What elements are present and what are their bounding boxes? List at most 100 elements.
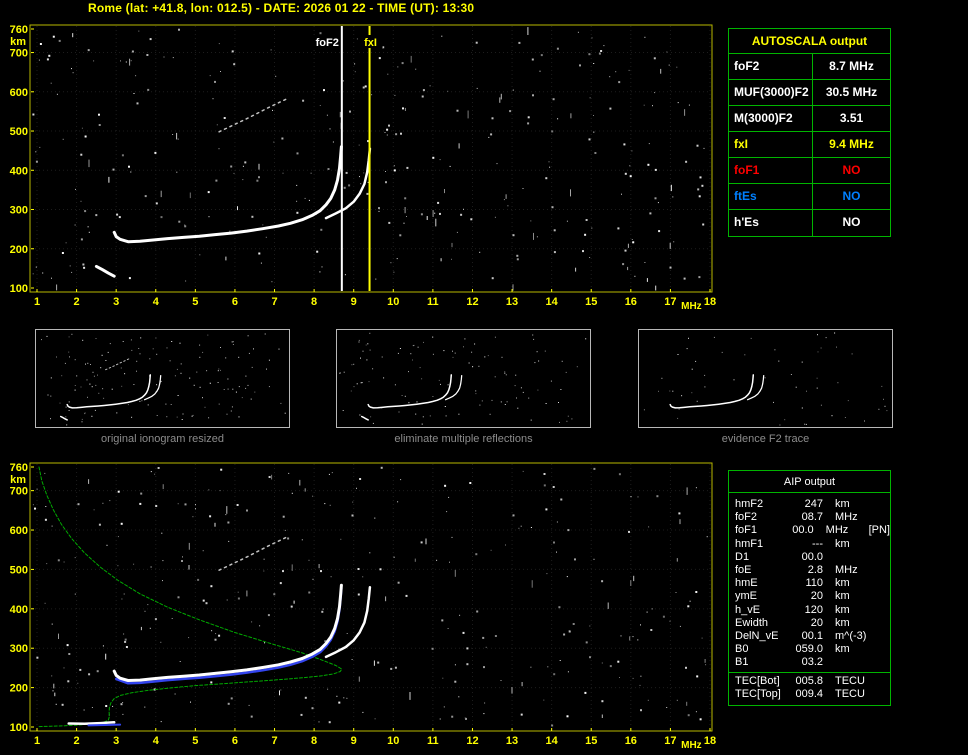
svg-text:5: 5 bbox=[192, 296, 198, 308]
ionogram-chart: foF2 fxI 1 2 3 4 5 6 7 8 9 10 11 12 13 14 15 16 17 18 MHz 100… bbox=[0, 20, 724, 330]
autoscala-row-muf3000f2: MUF(3000)F2 30.5 MHz bbox=[729, 80, 890, 106]
aip-row-note: [PN] bbox=[868, 524, 890, 537]
thumbnail-caption: eliminate multiple reflections bbox=[394, 433, 533, 445]
aip-output-rows: hmF2 247 km foF2 08.7 MHz foF1 00.0 MHz [PN] hmF1-… bbox=[729, 498, 890, 702]
svg-text:600: 600 bbox=[10, 525, 28, 537]
aip-row-delnve: DelN_vE 00.1 m^(-3) bbox=[729, 630, 890, 643]
aip-row-value: 20 bbox=[810, 590, 823, 603]
svg-text:17: 17 bbox=[664, 735, 676, 747]
aip-row-tectop: TEC[Top] 009.4 TECU bbox=[729, 688, 890, 701]
aip-row-value: 009.4 bbox=[795, 688, 823, 701]
svg-text:14: 14 bbox=[546, 735, 559, 747]
autoscala-row-value: NO bbox=[842, 163, 861, 177]
aip-row-hmf1: hmF1 --- km bbox=[729, 538, 890, 551]
aip-row-label: DelN_vE bbox=[735, 629, 779, 642]
svg-text:100: 100 bbox=[10, 722, 28, 734]
page-title: Rome (lat: +41.8, lon: 012.5) - DATE: 20… bbox=[88, 1, 475, 15]
aip-row-unit: km bbox=[835, 616, 850, 629]
svg-text:9: 9 bbox=[351, 735, 357, 747]
svg-text:16: 16 bbox=[625, 296, 637, 308]
svg-text:7: 7 bbox=[271, 735, 277, 747]
svg-text:15: 15 bbox=[585, 735, 597, 747]
aip-row-value: 00.0 bbox=[792, 524, 814, 537]
autoscala-row-hes: h'Es NO bbox=[729, 210, 890, 236]
svg-text:10: 10 bbox=[387, 296, 399, 308]
autoscala-row-label: MUF(3000)F2 bbox=[729, 80, 813, 105]
aip-row-label: TEC[Bot] bbox=[735, 675, 780, 688]
svg-text:3: 3 bbox=[113, 296, 119, 308]
aip-row-label: foF1 bbox=[735, 524, 758, 537]
aip-output-table: AIP output hmF2 247 km foF2 08.7 MHz foF1 00.0 M… bbox=[728, 470, 891, 706]
autoscala-row-ftes: ftEs NO bbox=[729, 184, 890, 210]
aip-row-fof1: foF1 00.0 MHz [PN] bbox=[729, 524, 890, 537]
aip-row-b1: B1 03.2 bbox=[729, 656, 890, 669]
aip-row-value: --- bbox=[812, 537, 823, 550]
svg-text:18: 18 bbox=[704, 296, 716, 308]
thumbnail-evidence-f2-trace bbox=[638, 329, 893, 428]
svg-text:15: 15 bbox=[585, 296, 597, 308]
aip-row-unit bbox=[835, 656, 883, 669]
svg-text:760: 760 bbox=[10, 462, 28, 474]
aip-row-unit: km bbox=[835, 590, 850, 603]
aip-row-unit: km bbox=[835, 537, 850, 550]
svg-text:400: 400 bbox=[10, 165, 28, 177]
aip-row-unit: MHz bbox=[835, 563, 858, 576]
autoscala-row-label: foF1 bbox=[729, 158, 813, 183]
svg-text:200: 200 bbox=[10, 683, 28, 695]
svg-text:400: 400 bbox=[10, 604, 28, 616]
aip-row-label: foF2 bbox=[735, 511, 758, 524]
autoscala-window: Rome (lat: +41.8, lon: 012.5) - DATE: 20… bbox=[0, 0, 968, 755]
aip-row-label: hmE bbox=[735, 577, 758, 590]
aip-row-label: foE bbox=[735, 563, 752, 576]
autoscala-row-value: 3.51 bbox=[839, 111, 864, 125]
svg-text:12: 12 bbox=[466, 735, 478, 747]
aip-row-value: 08.7 bbox=[801, 511, 823, 524]
svg-text:6: 6 bbox=[232, 735, 238, 747]
autoscala-row-value: NO bbox=[842, 189, 861, 203]
autoscala-row-label: fxI bbox=[729, 132, 813, 157]
svg-text:700: 700 bbox=[10, 48, 28, 60]
svg-text:14: 14 bbox=[546, 296, 559, 308]
aip-row-value: 005.8 bbox=[795, 675, 823, 688]
thumbnail-caption: original ionogram resized bbox=[101, 433, 224, 445]
aip-row-value: 2.8 bbox=[807, 563, 823, 576]
svg-text:300: 300 bbox=[10, 205, 28, 217]
thumbnail-eliminate-reflections bbox=[336, 329, 591, 428]
svg-text:km: km bbox=[10, 36, 26, 48]
autoscala-row-label: ftEs bbox=[729, 184, 813, 209]
svg-text:1: 1 bbox=[34, 296, 40, 308]
aip-row-d1: D1 00.0 bbox=[729, 551, 890, 564]
autoscala-output-rows: foF2 8.7 MHz MUF(3000)F2 30.5 MHz M(3000)F2 3… bbox=[729, 54, 890, 236]
svg-text:8: 8 bbox=[311, 735, 317, 747]
svg-text:600: 600 bbox=[10, 87, 28, 99]
svg-text:MHz: MHz bbox=[681, 740, 702, 751]
svg-text:9: 9 bbox=[351, 296, 357, 308]
svg-text:300: 300 bbox=[10, 643, 28, 655]
thumbnail-caption: evidence F2 trace bbox=[721, 433, 810, 445]
aip-row-value: 120 bbox=[804, 603, 823, 616]
autoscala-row-fof2: foF2 8.7 MHz bbox=[729, 54, 890, 80]
autoscala-row-label: M(3000)F2 bbox=[729, 106, 813, 131]
aip-row-unit: km bbox=[835, 577, 850, 590]
aip-row-label: ymE bbox=[735, 590, 757, 603]
svg-text:MHz: MHz bbox=[681, 301, 702, 312]
aip-row-label: D1 bbox=[735, 550, 750, 563]
profile-chart: 1 2 3 4 5 6 7 8 9 10 11 12 13 14 15 16 17 18 MHz 100 200 300 4… bbox=[0, 458, 724, 755]
svg-text:200: 200 bbox=[10, 244, 28, 256]
autoscala-row-value: 9.4 MHz bbox=[829, 137, 874, 151]
aip-row-value: 247 bbox=[804, 498, 823, 510]
svg-text:760: 760 bbox=[10, 24, 28, 36]
aip-row-label: h_vE bbox=[735, 603, 761, 616]
autoscala-output-table: AUTOSCALA output foF2 8.7 MHz MUF(3000)F2 3… bbox=[728, 28, 891, 237]
svg-text:500: 500 bbox=[10, 126, 28, 138]
aip-row-value: 20 bbox=[810, 616, 823, 629]
svg-text:4: 4 bbox=[153, 296, 160, 308]
aip-row-label: hmF2 bbox=[735, 498, 764, 510]
aip-row-unit: km bbox=[835, 643, 850, 656]
svg-text:10: 10 bbox=[387, 735, 399, 747]
autoscala-row-value: NO bbox=[842, 215, 861, 229]
aip-row-value: 110 bbox=[805, 577, 823, 590]
svg-text:4: 4 bbox=[153, 735, 160, 747]
aip-row-hve: h_vE 120 km bbox=[729, 604, 890, 617]
thumbnail-original-ionogram bbox=[35, 329, 290, 428]
